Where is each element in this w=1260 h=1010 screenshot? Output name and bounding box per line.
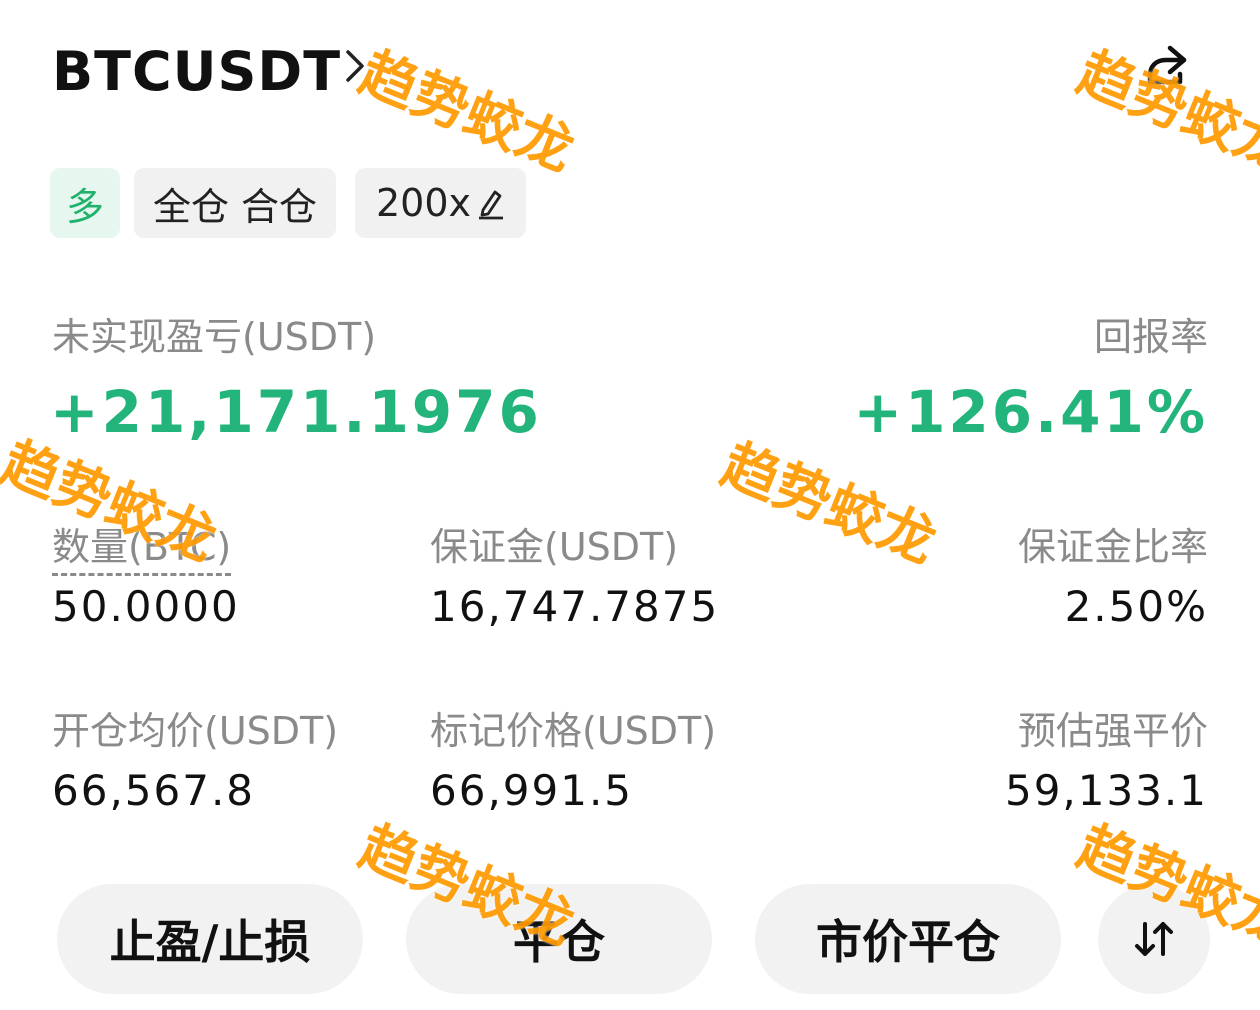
margin-ratio-value: 2.50% — [1064, 582, 1208, 631]
margin-label: 保证金(USDT) — [430, 525, 679, 569]
margin-ratio-label: 保证金比率 — [1017, 525, 1208, 569]
unrealized-pnl-label: 未实现盈亏(USDT) — [52, 315, 377, 359]
chevron-right-icon[interactable] — [338, 46, 378, 86]
liquidation-price-label: 预估强平价 — [1017, 709, 1208, 753]
leverage-value: 200x — [375, 181, 472, 225]
unrealized-pnl-value: +21,171.1976 — [50, 378, 542, 446]
roe-label: 回报率 — [1093, 315, 1208, 359]
quantity-value: 50.0000 — [52, 582, 240, 631]
symbol-title[interactable]: BTCUSDT — [52, 40, 341, 103]
margin-mode-badge: 全仓 合仓 — [134, 168, 336, 238]
close-position-button[interactable]: 平仓 — [406, 884, 712, 994]
entry-price-value: 66,567.8 — [52, 766, 256, 815]
entry-price-label: 开仓均价(USDT) — [52, 709, 339, 753]
quantity-label[interactable]: 数量(BTC) — [52, 516, 232, 576]
watermark-text: 趋势蛟龙 — [350, 40, 583, 185]
mark-price-value: 66,991.5 — [430, 766, 634, 815]
tp-sl-button[interactable]: 止盈/止损 — [57, 884, 363, 994]
edit-icon[interactable] — [475, 186, 505, 220]
leverage-badge[interactable]: 200x — [355, 168, 526, 238]
margin-value: 16,747.7875 — [430, 582, 720, 631]
share-icon[interactable] — [1140, 38, 1196, 94]
liquidation-price-value: 59,133.1 — [1004, 766, 1208, 815]
reverse-position-button[interactable] — [1098, 884, 1210, 994]
mark-price-label: 标记价格(USDT) — [430, 709, 717, 753]
position-side-badge: 多 — [50, 168, 120, 238]
roe-value: +126.41% — [853, 378, 1208, 446]
market-close-button[interactable]: 市价平仓 — [755, 884, 1061, 994]
swap-arrows-icon — [1135, 922, 1173, 956]
